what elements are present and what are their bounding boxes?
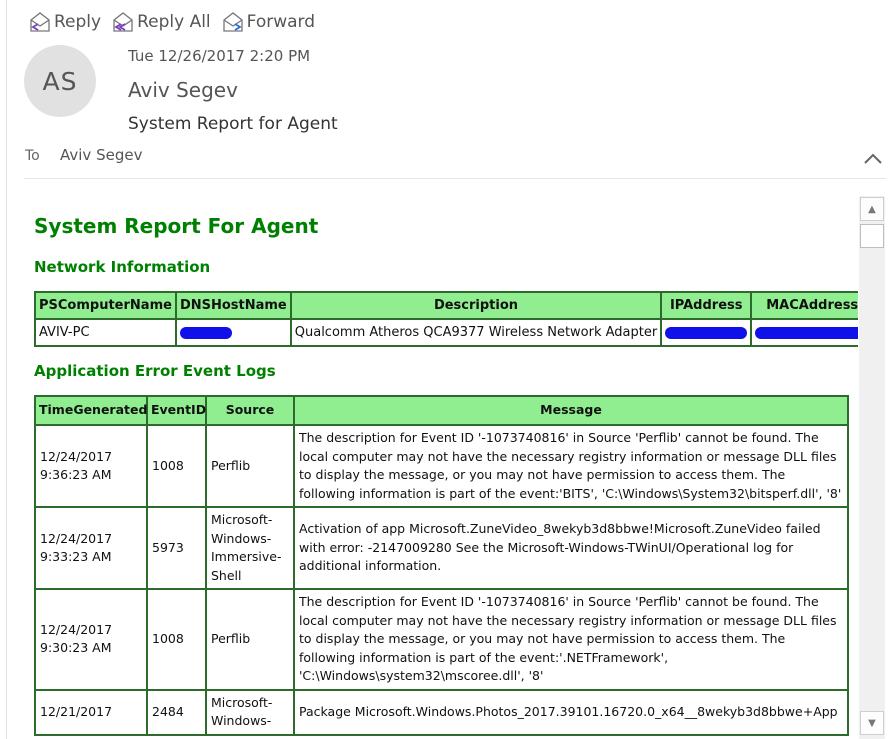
message-toolbar: Reply Reply All Forward: [26, 8, 317, 36]
message-cell: The description for Event ID '-107374081…: [294, 589, 848, 690]
column-header: Description: [290, 292, 662, 319]
time-cell: 12/24/2017 9:33:23 AM: [35, 507, 147, 589]
message-cell: The description for Event ID '-107374081…: [294, 425, 848, 507]
table-row: AVIV-PC Qualcomm Atheros QCA9377 Wireles…: [35, 319, 858, 346]
to-label: To: [25, 148, 40, 164]
forward-button[interactable]: Forward: [219, 11, 317, 33]
scroll-up-button[interactable]: ▲: [860, 197, 884, 221]
vertical-scrollbar[interactable]: ▲ ▼: [859, 196, 885, 739]
column-header: DNSHostName: [175, 292, 291, 319]
mac-address-cell: [751, 319, 858, 346]
column-header: PSComputerName: [35, 292, 176, 319]
report-title: System Report For Agent: [34, 214, 319, 238]
table-row: 12/24/2017 9:33:23 AM 5973 Microsoft-Win…: [35, 507, 848, 589]
event-id-cell: 1008: [147, 589, 206, 690]
sender-avatar: AS: [24, 45, 96, 117]
network-heading: Network Information: [34, 258, 211, 276]
source-cell: Perflib: [206, 425, 294, 507]
table-row: 12/21/2017 2484 Microsoft-Windows- Packa…: [35, 689, 848, 735]
computer-name-cell: AVIV-PC: [35, 319, 176, 346]
column-header: TimeGenerated: [35, 396, 147, 425]
message-subject: System Report for Agent: [128, 114, 338, 134]
sender-name[interactable]: Aviv Segev: [128, 78, 238, 102]
event-id-cell: 5973: [147, 507, 206, 589]
table-row: 12/24/2017 9:30:23 AM 1008 Perflib The d…: [35, 589, 848, 690]
sent-date: Tue 12/26/2017 2:20 PM: [128, 47, 311, 65]
event-log-table: TimeGenerated EventID Source Message 12/…: [34, 395, 849, 736]
ip-address-cell: [661, 319, 752, 346]
description-cell: Qualcomm Atheros QCA9377 Wireless Networ…: [290, 319, 662, 346]
redaction-mark: [179, 326, 232, 339]
time-cell: 12/21/2017: [35, 689, 147, 735]
source-cell: Microsoft-Windows-: [206, 689, 294, 735]
column-header: Message: [294, 396, 848, 425]
reply-all-icon: [113, 12, 133, 32]
source-cell: Microsoft-Windows-Immersive-Shell: [206, 507, 294, 589]
source-cell: Perflib: [206, 589, 294, 690]
reply-all-label: Reply All: [137, 12, 211, 32]
header-divider: [24, 178, 886, 179]
scroll-down-button[interactable]: ▼: [860, 711, 884, 735]
column-header: EventID: [147, 396, 206, 425]
column-header: MACAddress: [751, 292, 858, 319]
dns-host-cell: [175, 319, 291, 346]
event-header-row: TimeGenerated EventID Source Message: [35, 396, 848, 425]
pane-divider: [6, 0, 7, 739]
column-header: IPAddress: [661, 292, 752, 319]
reply-icon: [30, 12, 50, 32]
reply-label: Reply: [54, 12, 102, 32]
recipient-name[interactable]: Aviv Segev: [60, 146, 142, 164]
reply-button[interactable]: Reply: [26, 11, 103, 33]
event-id-cell: 1008: [147, 425, 206, 507]
redaction-mark: [665, 326, 748, 339]
redaction-mark: [755, 326, 858, 339]
chevron-up-icon[interactable]: [862, 150, 884, 168]
network-table: PSComputerName DNSHostName Description I…: [34, 291, 858, 347]
events-heading: Application Error Event Logs: [34, 362, 276, 380]
message-body: System Report For Agent Network Informat…: [24, 196, 858, 739]
time-cell: 12/24/2017 9:36:23 AM: [35, 425, 147, 507]
column-header: Source: [206, 396, 294, 425]
message-cell: Package Microsoft.Windows.Photos_2017.39…: [294, 689, 848, 735]
message-cell: Activation of app Microsoft.ZuneVideo_8w…: [294, 507, 848, 589]
scroll-thumb[interactable]: [860, 224, 884, 248]
forward-icon: [223, 12, 243, 32]
event-id-cell: 2484: [147, 689, 206, 735]
network-header-row: PSComputerName DNSHostName Description I…: [35, 292, 858, 319]
forward-label: Forward: [246, 12, 316, 32]
reply-all-button[interactable]: Reply All: [109, 11, 213, 33]
table-row: 12/24/2017 9:36:23 AM 1008 Perflib The d…: [35, 425, 848, 507]
time-cell: 12/24/2017 9:30:23 AM: [35, 589, 147, 690]
